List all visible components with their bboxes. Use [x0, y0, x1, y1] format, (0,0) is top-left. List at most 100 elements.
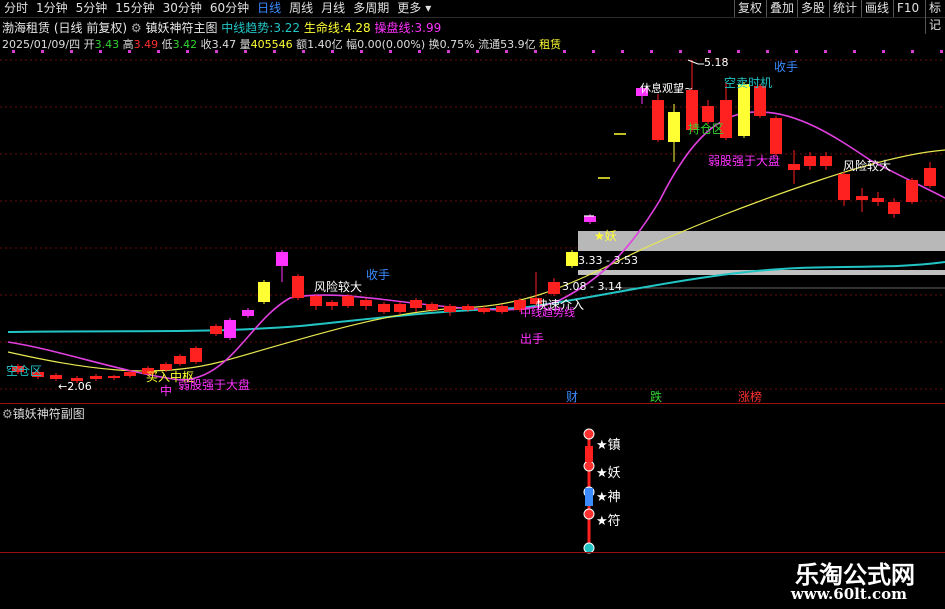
candle-body — [924, 168, 936, 186]
candle-body — [548, 282, 560, 294]
candle-body — [426, 304, 438, 310]
candle-body — [820, 156, 832, 166]
sub-title-text: 镇妖神符副图 — [12, 407, 85, 421]
out-label: 出手 — [520, 332, 545, 346]
candle-body — [584, 216, 596, 222]
candle-body — [410, 300, 422, 308]
candle-body — [90, 376, 102, 379]
cai-marker: 财 — [566, 390, 579, 404]
sub-bead — [583, 508, 595, 520]
signal-dot — [157, 50, 160, 53]
main-sub-divider — [0, 403, 945, 404]
candle-body — [342, 296, 354, 306]
candle-body — [444, 306, 456, 312]
candle-body — [224, 320, 236, 338]
signal-dot — [563, 50, 566, 53]
sub-star-label-0: ★镇 — [596, 438, 621, 453]
high-price-label: 5.18 — [704, 56, 729, 69]
low-price-label: ←2.06 — [58, 380, 92, 393]
signal-dot — [215, 50, 218, 53]
candle-body — [566, 252, 578, 266]
signal-dot — [708, 50, 711, 53]
candle-body — [210, 326, 222, 334]
demon-label: ★妖 — [594, 229, 617, 243]
candle-body — [276, 252, 288, 266]
kline-chart[interactable] — [0, 0, 945, 609]
candle-body — [292, 276, 304, 298]
zone-2-label: 3.08 - 3.14 — [562, 280, 622, 293]
signal-dot — [70, 50, 73, 53]
sub-star-label-3: ★符 — [596, 514, 621, 529]
sell-chance-label: 空卖时机 — [724, 76, 773, 90]
candle-body — [788, 164, 800, 170]
candle-body — [50, 375, 62, 379]
collect-label-2: 收手 — [774, 60, 799, 74]
signal-dot — [679, 50, 682, 53]
collect-label-1: 收手 — [366, 268, 391, 282]
candle-body — [190, 348, 202, 362]
sub-bead — [583, 460, 595, 472]
candle-body — [496, 306, 508, 312]
candle-body — [668, 112, 680, 142]
signal-dot — [360, 50, 363, 53]
signal-dot — [12, 50, 15, 53]
candle-body — [174, 356, 186, 364]
signal-dot — [534, 50, 537, 53]
signal-dot — [505, 50, 508, 53]
risk-label-2: 风险较大 — [843, 159, 892, 173]
candle-body — [872, 198, 884, 202]
sub-star-label-1: ★妖 — [596, 466, 621, 481]
candle-body — [906, 180, 918, 202]
candle-body — [478, 308, 490, 312]
signal-dot — [621, 50, 624, 53]
candle-body — [394, 304, 406, 312]
signal-dot — [128, 50, 131, 53]
candle-body — [838, 174, 850, 200]
sub-bottom-divider — [0, 552, 945, 553]
trend-line-label: 中线趋势线 — [520, 306, 575, 319]
zhang-marker: 涨榜 — [738, 390, 763, 404]
life-line-curve — [7, 149, 945, 372]
candle-body — [124, 372, 136, 376]
candle-body — [360, 300, 372, 306]
candle-body — [326, 302, 338, 306]
die-marker: 跌 — [650, 390, 663, 404]
watermark-url: www.60lt.com — [790, 585, 907, 603]
signal-dot — [389, 50, 392, 53]
candle-body — [652, 100, 664, 140]
resistance-band — [578, 231, 945, 251]
signal-dot — [273, 50, 276, 53]
sub-settings-icon[interactable]: ⚙ — [2, 407, 13, 421]
weak-stock-label: 弱股强于大盘 — [178, 378, 251, 392]
empty-zone-label: 空仓区 — [6, 364, 43, 378]
signal-dot — [795, 50, 798, 53]
signal-dot — [41, 50, 44, 53]
signal-dot — [99, 50, 102, 53]
candle-body — [378, 304, 390, 312]
signal-dot — [244, 50, 247, 53]
candle-body — [770, 118, 782, 154]
signal-dot — [824, 50, 827, 53]
signal-dot — [650, 50, 653, 53]
signal-dot — [186, 50, 189, 53]
candle-body — [738, 84, 750, 136]
signal-dot — [882, 50, 885, 53]
signal-dot — [447, 50, 450, 53]
weak-stock-label-2: 弱股强于大盘 — [708, 154, 781, 168]
candle-body — [888, 202, 900, 214]
signal-dot — [853, 50, 856, 53]
candle-body — [258, 282, 270, 302]
sub-bead — [583, 428, 595, 440]
risk-label-1: 风险较大 — [314, 280, 363, 294]
candle-body — [108, 376, 120, 378]
rest-label: 休息观望~ — [640, 82, 694, 95]
high-pointer — [687, 59, 704, 65]
signal-dot — [592, 50, 595, 53]
signal-dot — [737, 50, 740, 53]
sub-blue-segment — [585, 488, 593, 506]
signal-dot — [302, 50, 305, 53]
signal-dot — [476, 50, 479, 53]
zone-1-label: 3.33 - 3.53 — [578, 254, 638, 267]
hold-zone-label: 持仓区 — [688, 122, 725, 136]
signal-dot — [766, 50, 769, 53]
